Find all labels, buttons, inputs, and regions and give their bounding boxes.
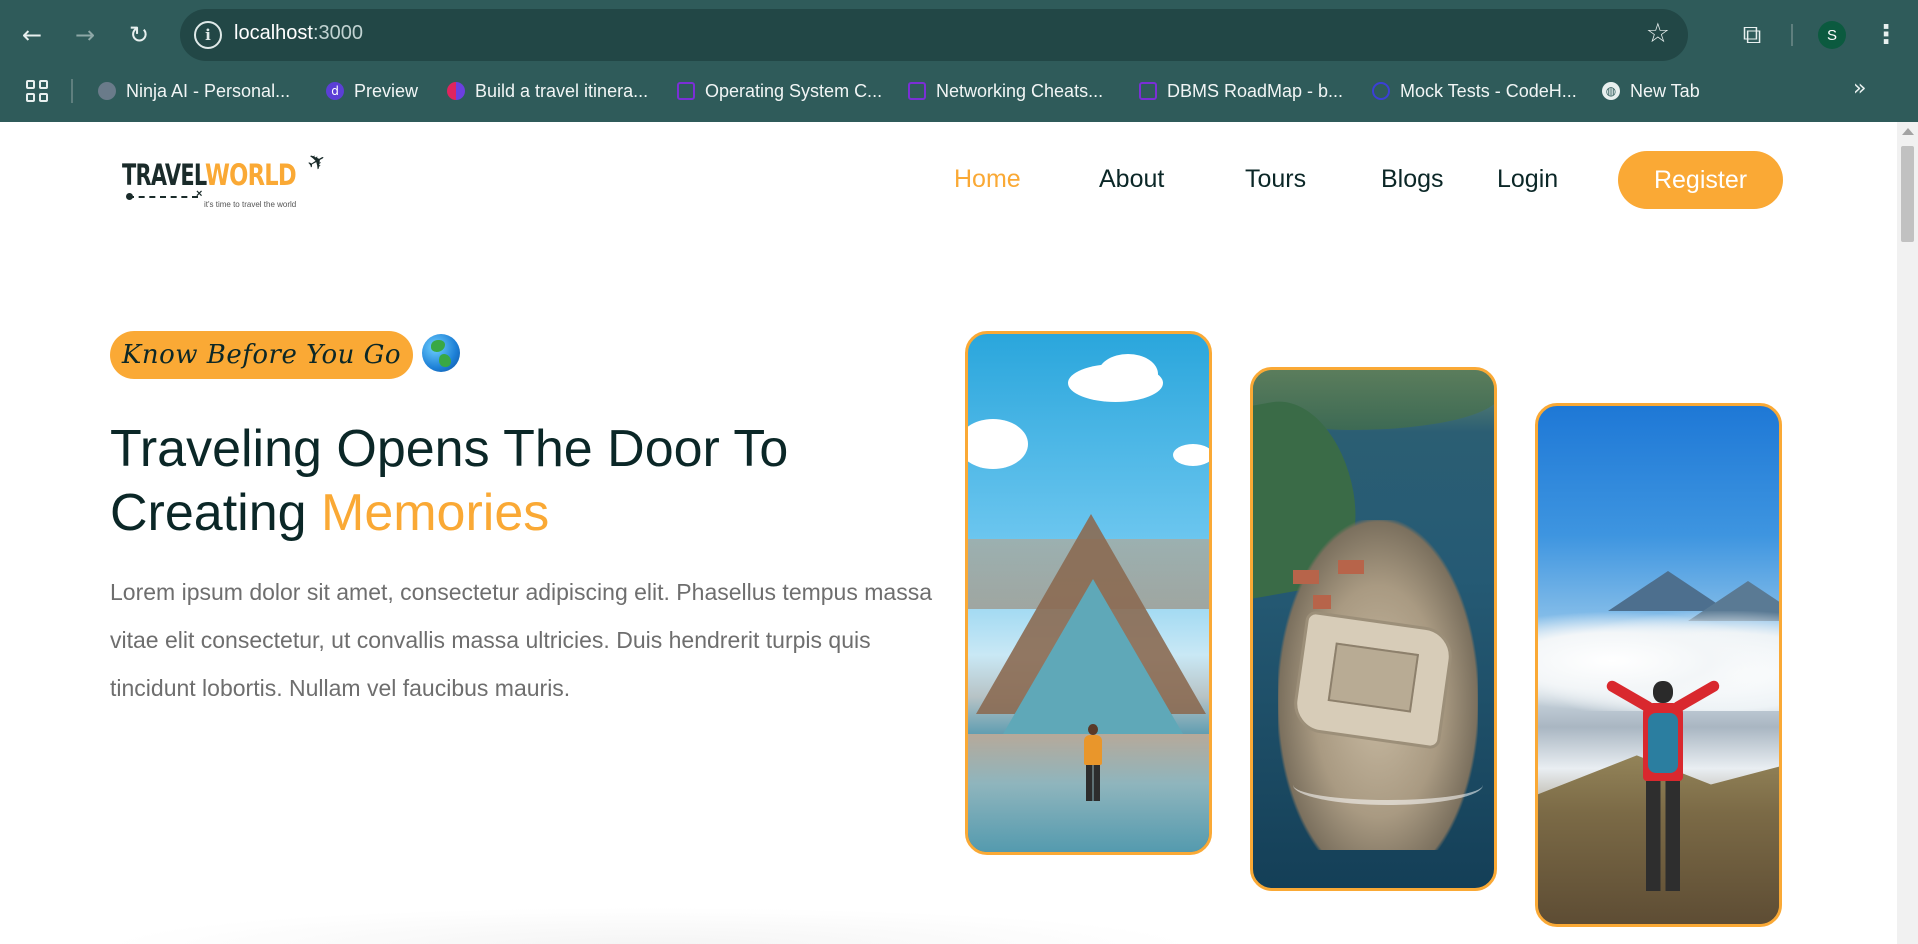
reload-icon[interactable]: ↻ bbox=[121, 17, 157, 53]
monitor-favicon-icon bbox=[908, 82, 926, 100]
bookmark-label: Preview bbox=[354, 80, 419, 101]
bookmark-label: Networking Cheats... bbox=[936, 80, 1104, 101]
airplane-icon: ✈ bbox=[302, 147, 332, 178]
forward-icon[interactable]: → bbox=[67, 17, 103, 53]
glass-pyramid-small bbox=[1003, 579, 1183, 734]
scroll-up-arrow-icon[interactable] bbox=[1902, 128, 1914, 135]
bookmark-operating-system[interactable]: Operating System C... bbox=[677, 76, 882, 106]
browser-chrome: ← → ↻ i localhost:3000 ☆ ⧉ S ⋮ Ninja AI … bbox=[0, 0, 1918, 122]
fort-building bbox=[1290, 610, 1456, 750]
itinerary-favicon-icon bbox=[447, 82, 465, 100]
bookmark-label: DBMS RoadMap - b... bbox=[1167, 80, 1344, 101]
hero-title: Traveling Opens The Door To Creating Mem… bbox=[110, 417, 930, 545]
register-button[interactable]: Register bbox=[1618, 151, 1783, 209]
page-viewport: TRAVEL WORLD × ✈ it's time to travel the… bbox=[0, 122, 1897, 944]
hero-image-louvre bbox=[965, 331, 1212, 855]
bookmark-preview[interactable]: d Preview bbox=[326, 76, 418, 106]
hero-image-fort bbox=[1250, 367, 1497, 891]
globe-icon bbox=[422, 334, 460, 372]
hiker-figure bbox=[1604, 678, 1722, 921]
site-info-icon[interactable]: i bbox=[194, 21, 222, 49]
nav-blogs[interactable]: Blogs bbox=[1381, 165, 1444, 194]
globe-favicon-icon: ◍ bbox=[1602, 82, 1620, 100]
cloud-shape bbox=[968, 419, 1028, 469]
back-icon[interactable]: ← bbox=[14, 17, 50, 53]
bookmark-new-tab[interactable]: ◍ New Tab bbox=[1602, 76, 1700, 106]
profile-avatar[interactable]: S bbox=[1818, 21, 1846, 49]
codehelp-favicon-icon bbox=[1372, 82, 1390, 100]
red-roof bbox=[1338, 560, 1364, 574]
red-roof bbox=[1313, 595, 1331, 609]
hero-title-highlight: Memories bbox=[321, 484, 550, 542]
scroll-thumb[interactable] bbox=[1901, 146, 1914, 242]
site-logo[interactable]: TRAVEL WORLD × ✈ it's time to travel the… bbox=[122, 147, 332, 220]
bookmark-label: Mock Tests - CodeH... bbox=[1400, 80, 1577, 101]
bookmark-travel-itinerary[interactable]: Build a travel itinera... bbox=[447, 76, 648, 106]
section-fade bbox=[100, 907, 1200, 944]
bookmark-label: Ninja AI - Personal... bbox=[126, 80, 291, 101]
bookmarks-divider bbox=[71, 79, 73, 103]
logo-word-world: WORLD bbox=[205, 158, 297, 192]
url-port: :3000 bbox=[312, 22, 363, 44]
extensions-puzzle-icon[interactable]: ⧉ bbox=[1734, 17, 1770, 53]
bookmark-label: Operating System C... bbox=[705, 80, 883, 101]
browser-menu-icon[interactable]: ⋮ bbox=[1873, 17, 1899, 53]
nav-tours[interactable]: Tours bbox=[1245, 165, 1306, 194]
traveler-figure bbox=[1082, 724, 1104, 804]
address-bar[interactable]: i localhost:3000 ☆ bbox=[180, 9, 1688, 61]
logo-route-line bbox=[128, 196, 198, 198]
hero-description: Lorem ipsum dolor sit amet, consectetur … bbox=[110, 579, 932, 701]
toolbar-divider bbox=[1791, 24, 1793, 46]
monitor-favicon-icon bbox=[1139, 82, 1157, 100]
bookmark-mock-tests[interactable]: Mock Tests - CodeH... bbox=[1372, 76, 1577, 106]
logo-tagline: it's time to travel the world bbox=[204, 200, 297, 209]
logo-word-travel: TRAVEL bbox=[122, 158, 207, 192]
red-roof bbox=[1293, 570, 1319, 584]
bookmark-ninja-ai[interactable]: Ninja AI - Personal... bbox=[98, 76, 290, 106]
hero-image-hiker bbox=[1535, 403, 1782, 927]
monitor-favicon-icon bbox=[677, 82, 695, 100]
login-link[interactable]: Login bbox=[1497, 165, 1558, 194]
bookmark-label: New Tab bbox=[1630, 80, 1700, 101]
preview-favicon-icon: d bbox=[326, 82, 344, 100]
bookmark-dbms-roadmap[interactable]: DBMS RoadMap - b... bbox=[1139, 76, 1343, 106]
bookmark-label: Build a travel itinera... bbox=[475, 80, 649, 101]
ninja-ai-favicon-icon bbox=[98, 82, 116, 100]
nav-home[interactable]: Home bbox=[954, 165, 1021, 194]
bookmark-star-icon[interactable]: ☆ bbox=[1646, 18, 1670, 49]
logo-route-x: × bbox=[196, 188, 203, 200]
wave-foam bbox=[1293, 765, 1483, 805]
apps-grid-icon[interactable] bbox=[26, 80, 48, 102]
more-bookmarks-icon[interactable]: » bbox=[1853, 76, 1866, 101]
url-host: localhost bbox=[234, 22, 313, 44]
nav-about[interactable]: About bbox=[1099, 165, 1164, 194]
browser-toolbar: ← → ↻ i localhost:3000 ☆ ⧉ S ⋮ bbox=[0, 0, 1918, 70]
bookmark-networking[interactable]: Networking Cheats... bbox=[908, 76, 1103, 106]
cloud-shape bbox=[1098, 354, 1158, 394]
cloud-shape bbox=[1173, 444, 1209, 466]
url-text[interactable]: localhost:3000 bbox=[234, 22, 363, 45]
hero-subtitle: Know Before You Go bbox=[110, 331, 413, 379]
page-scrollbar[interactable] bbox=[1897, 122, 1918, 944]
